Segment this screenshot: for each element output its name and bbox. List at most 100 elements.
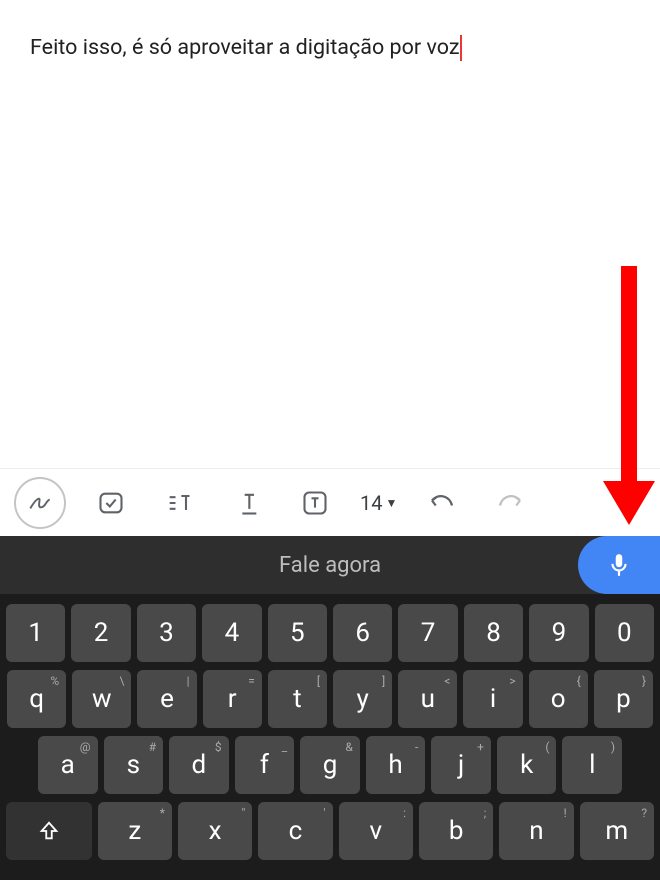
key-f[interactable]: f_	[235, 736, 295, 794]
key-superscript: &	[345, 740, 352, 754]
key-label: a	[61, 750, 75, 780]
formatting-toolbar: 14 ▼	[0, 468, 660, 536]
key-i[interactable]: i>	[463, 670, 522, 728]
key-label: w	[92, 684, 112, 714]
font-size-dropdown[interactable]: 14 ▼	[360, 480, 397, 526]
key-t[interactable]: t[	[268, 670, 327, 728]
key-superscript: #	[149, 740, 156, 754]
key-s[interactable]: s#	[104, 736, 164, 794]
key-label: n	[529, 816, 543, 846]
key-9[interactable]: 9	[529, 604, 588, 662]
shift-icon	[38, 820, 60, 842]
key-superscript: "	[241, 806, 245, 820]
key-w[interactable]: w\	[72, 670, 131, 728]
key-superscript: [	[317, 674, 320, 688]
key-u[interactable]: u<	[398, 670, 457, 728]
key-superscript: \	[119, 674, 124, 688]
underline-button[interactable]	[224, 480, 270, 526]
key-label: b	[449, 816, 464, 846]
key-5[interactable]: 5	[268, 604, 327, 662]
key-b[interactable]: b;	[419, 802, 493, 860]
document-area[interactable]: Feito isso, é só aproveitar a digitação …	[0, 0, 660, 468]
key-superscript: >	[509, 674, 515, 688]
key-g[interactable]: g&	[300, 736, 360, 794]
key-label: 2	[94, 618, 109, 648]
voice-prompt-text: Fale agora	[279, 553, 381, 578]
key-k[interactable]: k(	[497, 736, 557, 794]
key-p[interactable]: p}	[594, 670, 653, 728]
key-label: y	[356, 684, 368, 714]
key-label: m	[605, 816, 628, 846]
key-label: j	[458, 750, 464, 780]
key-label: k	[520, 750, 533, 780]
key-y[interactable]: y]	[333, 670, 392, 728]
key-z[interactable]: z*	[98, 802, 172, 860]
key-h[interactable]: h-	[366, 736, 426, 794]
shift-key[interactable]	[6, 802, 92, 860]
key-m[interactable]: m?	[580, 802, 654, 860]
key-0[interactable]: 0	[595, 604, 654, 662]
scribble-icon	[27, 490, 53, 516]
key-superscript: )	[611, 740, 615, 754]
key-r[interactable]: r=	[203, 670, 262, 728]
document-text: Feito isso, é só aproveitar a digitação …	[30, 35, 460, 60]
keyboard-row-numbers: 12 34567890	[6, 604, 654, 662]
microphone-button[interactable]	[578, 536, 660, 594]
key-4[interactable]: 4	[202, 604, 261, 662]
key-superscript: <	[444, 674, 450, 688]
key-q[interactable]: q%	[7, 670, 66, 728]
key-superscript: |	[187, 674, 190, 688]
key-label: z	[128, 816, 141, 846]
checkbox-icon	[97, 489, 125, 517]
key-x[interactable]: x"	[178, 802, 252, 860]
ink-annotation-button[interactable]	[14, 477, 66, 529]
key-7[interactable]: 7	[398, 604, 457, 662]
key-superscript: :	[403, 806, 406, 820]
key-3[interactable]: 3	[137, 604, 196, 662]
key-label: 9	[552, 618, 567, 648]
key-label: h	[388, 750, 402, 780]
key-o[interactable]: o{	[529, 670, 588, 728]
on-screen-keyboard: 1234567890 q%w\e|r=t[y]u<i>o{p} a@s#d$f_…	[0, 594, 660, 880]
font-size-value: 14	[360, 491, 382, 515]
microphone-icon	[606, 552, 632, 578]
key-c[interactable]: c'	[258, 802, 332, 860]
key-superscript: ]	[382, 674, 385, 688]
redo-button[interactable]	[487, 480, 533, 526]
key-j[interactable]: j+	[431, 736, 491, 794]
underline-icon	[233, 489, 261, 517]
keyboard-row-qwerty: q%w\e|r=t[y]u<i>o{p}	[6, 670, 654, 728]
key-label: s	[127, 750, 140, 780]
key-n[interactable]: n!	[499, 802, 573, 860]
key-label: q	[29, 684, 44, 714]
key-label: e	[160, 684, 174, 714]
key-superscript: _	[282, 740, 287, 754]
key-label: u	[421, 684, 435, 714]
key-l[interactable]: l)	[562, 736, 622, 794]
key-6[interactable]: 6	[333, 604, 392, 662]
key-8[interactable]: 8	[464, 604, 523, 662]
key-label: t	[293, 684, 302, 714]
key-1[interactable]: 1	[6, 604, 65, 662]
checkbox-button[interactable]	[88, 480, 134, 526]
key-label: r	[228, 684, 237, 714]
key-v[interactable]: v:	[339, 802, 413, 860]
key-e[interactable]: e|	[137, 670, 196, 728]
keyboard-row-asdf: a@s#d$f_g&h-j+k(l)	[6, 736, 654, 794]
text-box-button[interactable]	[292, 480, 338, 526]
key-d[interactable]: d$	[169, 736, 229, 794]
key-label: l	[589, 750, 595, 780]
text-clear-format-button[interactable]	[156, 480, 202, 526]
key-a[interactable]: a@	[38, 736, 98, 794]
key-superscript: ?	[641, 806, 647, 820]
key-2[interactable]: 2	[71, 604, 130, 662]
redo-icon	[495, 488, 525, 518]
undo-button[interactable]	[419, 480, 465, 526]
key-superscript: (	[545, 740, 549, 754]
key-label: 7	[421, 618, 436, 648]
key-superscript: @	[80, 740, 91, 754]
key-label: 3	[159, 618, 174, 648]
undo-icon	[427, 488, 457, 518]
key-superscript: %	[50, 674, 59, 688]
key-superscript: -	[415, 740, 418, 754]
